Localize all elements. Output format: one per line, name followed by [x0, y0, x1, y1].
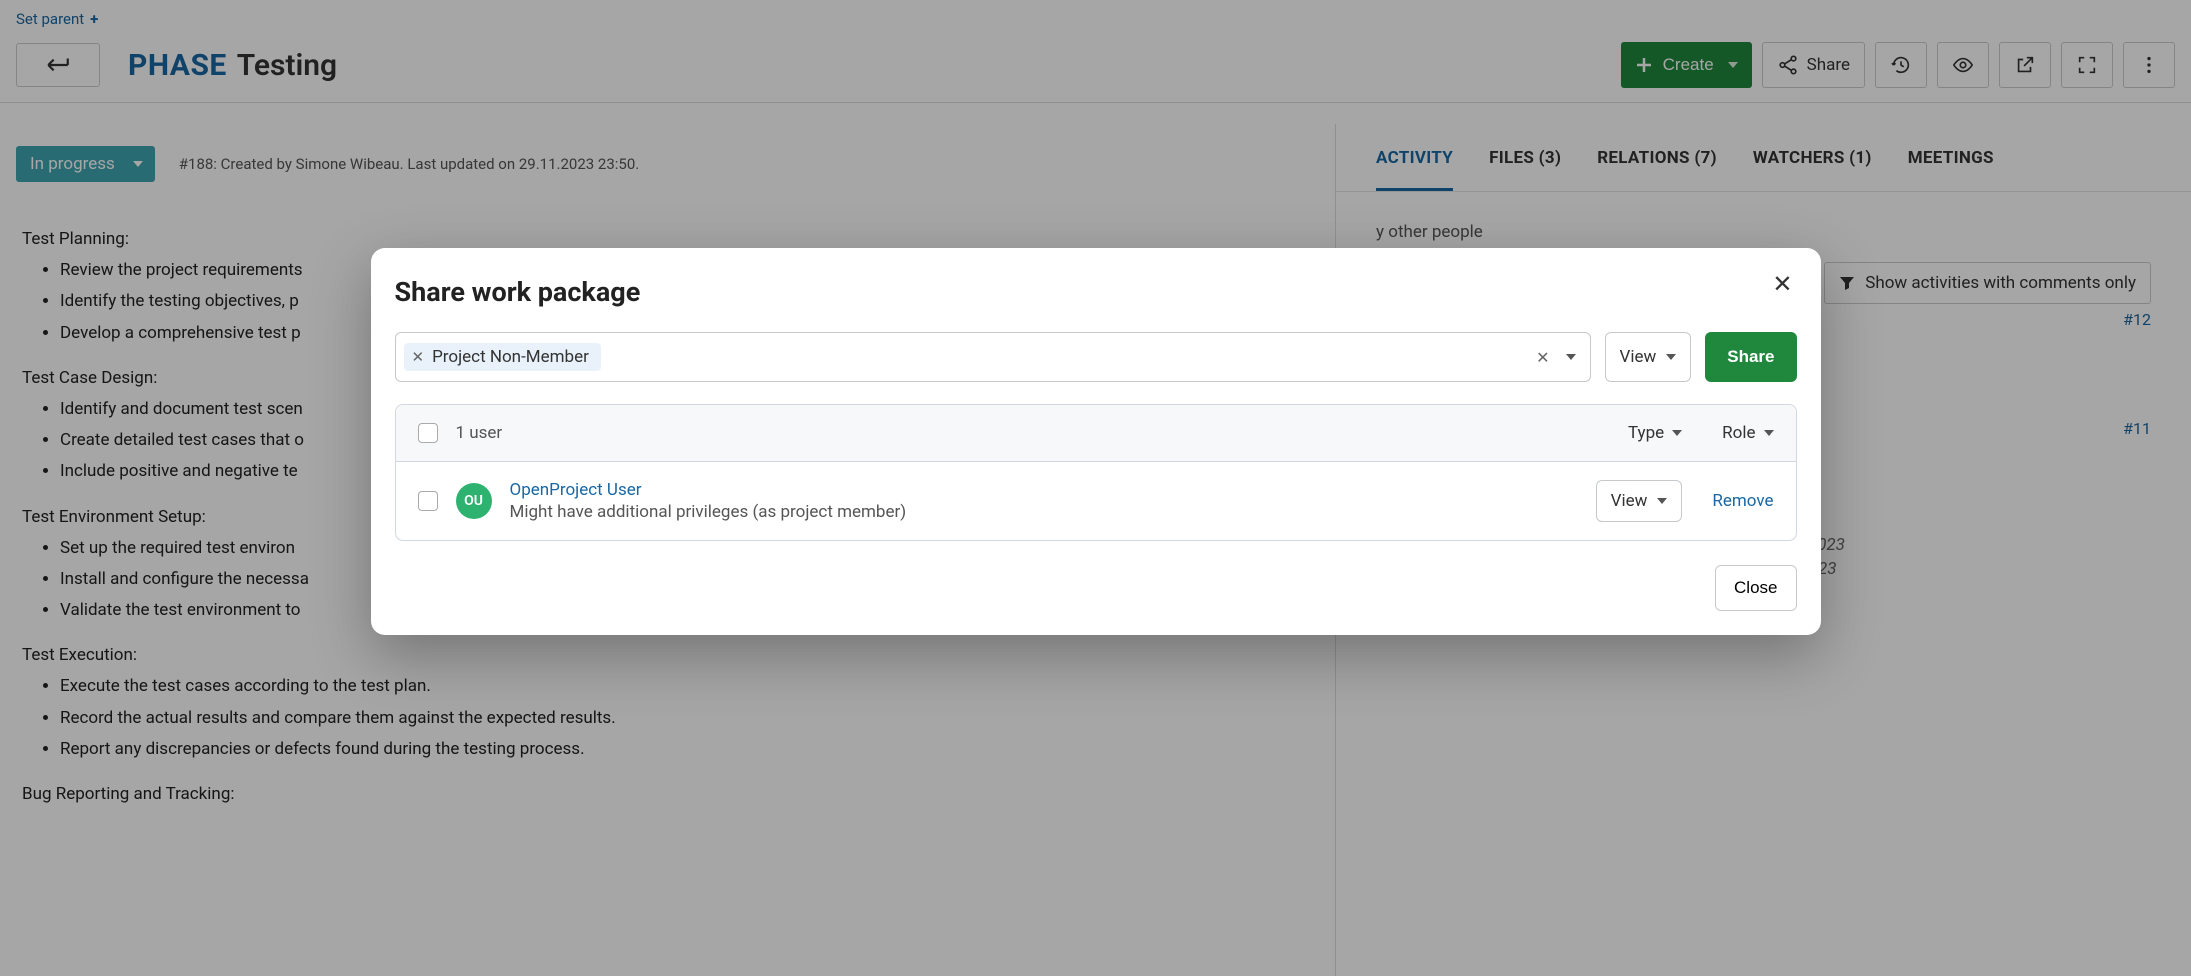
- chevron-down-icon: [1672, 430, 1682, 436]
- modal-title: Share work package: [395, 276, 1797, 308]
- chevron-down-icon: [1666, 354, 1676, 360]
- chevron-down-icon: [1764, 430, 1774, 436]
- select-all-checkbox[interactable]: [418, 423, 438, 443]
- chip-remove-icon[interactable]: ✕: [412, 348, 425, 366]
- user-note: Might have additional privileges (as pro…: [510, 502, 907, 522]
- user-name-link[interactable]: OpenProject User: [510, 480, 907, 500]
- permission-label: View: [1620, 347, 1657, 367]
- chip-label: Project Non-Member: [432, 347, 589, 367]
- chevron-down-icon: [1657, 498, 1667, 504]
- close-button[interactable]: Close: [1715, 565, 1796, 611]
- close-icon[interactable]: ✕: [1772, 270, 1792, 298]
- clear-input-icon[interactable]: ✕: [1528, 348, 1557, 367]
- role-dropdown[interactable]: Role: [1722, 423, 1773, 443]
- chevron-down-icon[interactable]: [1566, 354, 1576, 360]
- shared-user-row: OU OpenProject User Might have additiona…: [396, 462, 1796, 540]
- user-chip[interactable]: ✕ Project Non-Member: [404, 343, 601, 371]
- type-dropdown[interactable]: Type: [1628, 423, 1682, 443]
- user-checkbox[interactable]: [418, 491, 438, 511]
- share-submit-button[interactable]: Share: [1705, 332, 1796, 382]
- avatar: OU: [456, 483, 492, 519]
- user-count: 1 user: [456, 423, 503, 443]
- share-modal: Share work package ✕ ✕ Project Non-Membe…: [371, 248, 1821, 635]
- share-user-input[interactable]: ✕ Project Non-Member ✕: [395, 332, 1591, 382]
- permission-dropdown[interactable]: View: [1605, 332, 1692, 382]
- remove-user-link[interactable]: Remove: [1712, 491, 1773, 511]
- user-permission-dropdown[interactable]: View: [1596, 480, 1683, 522]
